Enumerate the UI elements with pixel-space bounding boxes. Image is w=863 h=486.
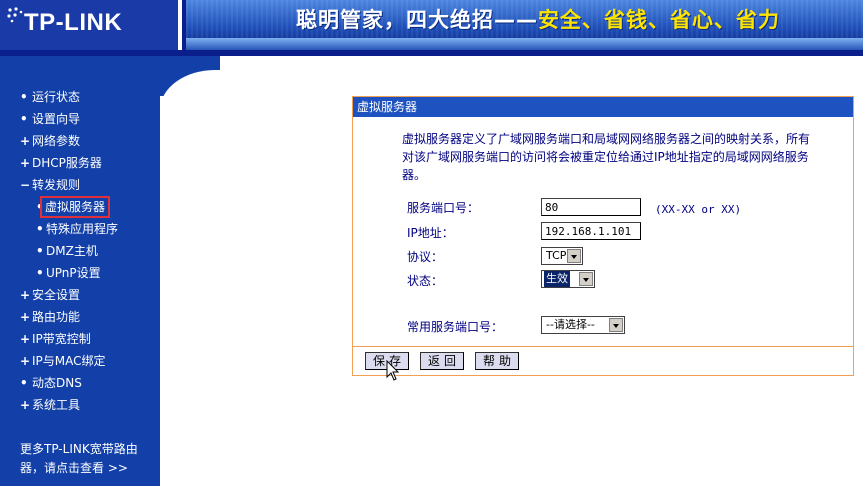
bullet-icon: • <box>36 244 44 258</box>
tp-link-logo: TP-LINK <box>0 0 182 50</box>
sidebar-item-label: 运行状态 <box>32 90 81 104</box>
status-value: 生效 <box>544 271 570 287</box>
status-label: 状态： <box>407 274 444 288</box>
sidebar-item-upnp[interactable]: • UPnP设置 <box>0 262 160 284</box>
sidebar-item-label: DMZ主机 <box>46 244 98 258</box>
sidebar-item-security[interactable]: + 安全设置 <box>0 284 160 306</box>
bullet-icon: • <box>20 112 28 126</box>
mouse-pointer-icon <box>386 360 400 381</box>
slogan: 聪明管家，四大绝招——安全、省钱、省心、省力 <box>296 4 780 34</box>
ip-address-input[interactable]: 192.168.1.101 <box>541 222 641 240</box>
sidebar-item-label: 安全设置 <box>32 288 81 302</box>
expand-icon: + <box>20 156 31 170</box>
sidebar-item-network-params[interactable]: + 网络参数 <box>0 130 160 152</box>
common-port-select[interactable]: --请选择-- <box>541 316 625 334</box>
banner: 聪明管家，四大绝招——安全、省钱、省心、省力 <box>186 0 863 50</box>
sidebar-item-label: 动态DNS <box>32 376 82 390</box>
sidebar-item-label: 网络参数 <box>32 134 81 148</box>
common-port-value: --请选择-- <box>546 318 595 331</box>
sidebar-item-label: 虚拟服务器 <box>39 196 111 218</box>
sidebar-item-routing[interactable]: + 路由功能 <box>0 306 160 328</box>
expand-icon: + <box>20 134 31 148</box>
logo-text: TP-LINK <box>24 9 123 36</box>
sidebar-item-virtual-server[interactable]: • 虚拟服务器 <box>0 196 160 218</box>
expand-icon: + <box>20 398 31 412</box>
collapse-icon: − <box>20 178 31 192</box>
sidebar-item-label: UPnP设置 <box>46 266 101 280</box>
panel-description: 虚拟服务器定义了广域网服务端口和局域网网络服务器之间的映射关系，所有对该广域网服… <box>402 132 811 182</box>
sidebar-item-label: IP带宽控制 <box>32 332 91 346</box>
sidebar-item-label: 系统工具 <box>32 398 81 412</box>
panel-title: 虚拟服务器 <box>353 97 853 117</box>
sidebar-item-bandwidth[interactable]: + IP带宽控制 <box>0 328 160 350</box>
sidebar-item-special-apps[interactable]: • 特殊应用程序 <box>0 218 160 240</box>
bullet-icon: • <box>36 266 44 280</box>
sidebar-item-system-tools[interactable]: + 系统工具 <box>0 394 160 416</box>
sidebar-corner <box>160 56 280 150</box>
protocol-select[interactable]: TCP <box>541 247 583 265</box>
sidebar-item-label: 特殊应用程序 <box>46 222 119 236</box>
sidebar-item-ip-mac-binding[interactable]: + IP与MAC绑定 <box>0 350 160 372</box>
sidebar-menu: • 运行状态 • 设置向导 + 网络参数 + DHCP服务器 − 转发规则 • 虚拟服务器 … <box>0 86 160 416</box>
help-button[interactable]: 帮助 <box>475 352 519 370</box>
chevron-down-icon[interactable] <box>579 272 593 286</box>
sidebar-item-forwarding-rules[interactable]: − 转发规则 <box>0 174 160 196</box>
chevron-down-icon[interactable] <box>609 318 623 332</box>
common-port-label: 常用服务端口号： <box>407 320 504 334</box>
bullet-icon: • <box>20 90 28 104</box>
ip-address-label: IP地址： <box>407 226 454 240</box>
expand-icon: + <box>20 288 31 302</box>
button-bar: 保存 返回 帮助 <box>353 346 853 376</box>
protocol-value: TCP <box>546 249 567 262</box>
sidebar-item-dmz-host[interactable]: • DMZ主机 <box>0 240 160 262</box>
bullet-icon: • <box>36 222 44 236</box>
sidebar-item-setup-wizard[interactable]: • 设置向导 <box>0 108 160 130</box>
sidebar-item-label: 设置向导 <box>32 112 81 126</box>
sidebar-item-label: 路由功能 <box>32 310 81 324</box>
banner-stripe <box>186 38 863 50</box>
chevron-down-icon[interactable] <box>567 249 581 263</box>
slogan-accent: 安全、省钱、省心、省力 <box>538 8 780 32</box>
sidebar-item-label: 转发规则 <box>32 178 81 192</box>
sidebar-item-ddns[interactable]: • 动态DNS <box>0 372 160 394</box>
sidebar-item-label: DHCP服务器 <box>32 156 102 170</box>
virtual-server-panel: 虚拟服务器 虚拟服务器定义了广域网服务端口和局域网网络服务器之间的映射关系，所有… <box>352 96 854 376</box>
sidebar-item-label: IP与MAC绑定 <box>32 354 106 368</box>
expand-icon: + <box>20 354 31 368</box>
protocol-label: 协议： <box>407 250 444 264</box>
more-products-link[interactable]: 更多TP-LINK宽带路由 器，请点击查看 >> <box>20 440 155 478</box>
status-select[interactable]: 生效 <box>541 270 595 288</box>
more-products-line1: 更多TP-LINK宽带路由 <box>20 442 138 456</box>
service-port-hint: (XX-XX or XX) <box>655 203 742 216</box>
sidebar-item-running-status[interactable]: • 运行状态 <box>0 86 160 108</box>
slogan-main: 聪明管家，四大绝招—— <box>296 8 538 32</box>
expand-icon: + <box>20 310 31 324</box>
service-port-input[interactable]: 80 <box>541 198 641 216</box>
sidebar-item-dhcp-server[interactable]: + DHCP服务器 <box>0 152 160 174</box>
service-port-label: 服务端口号： <box>407 201 480 215</box>
header: TP-LINK 聪明管家，四大绝招——安全、省钱、省心、省力 <box>0 0 863 56</box>
back-button[interactable]: 返回 <box>420 352 464 370</box>
more-products-line2: 器，请点击查看 >> <box>20 461 128 475</box>
expand-icon: + <box>20 332 31 346</box>
bullet-icon: • <box>20 376 28 390</box>
